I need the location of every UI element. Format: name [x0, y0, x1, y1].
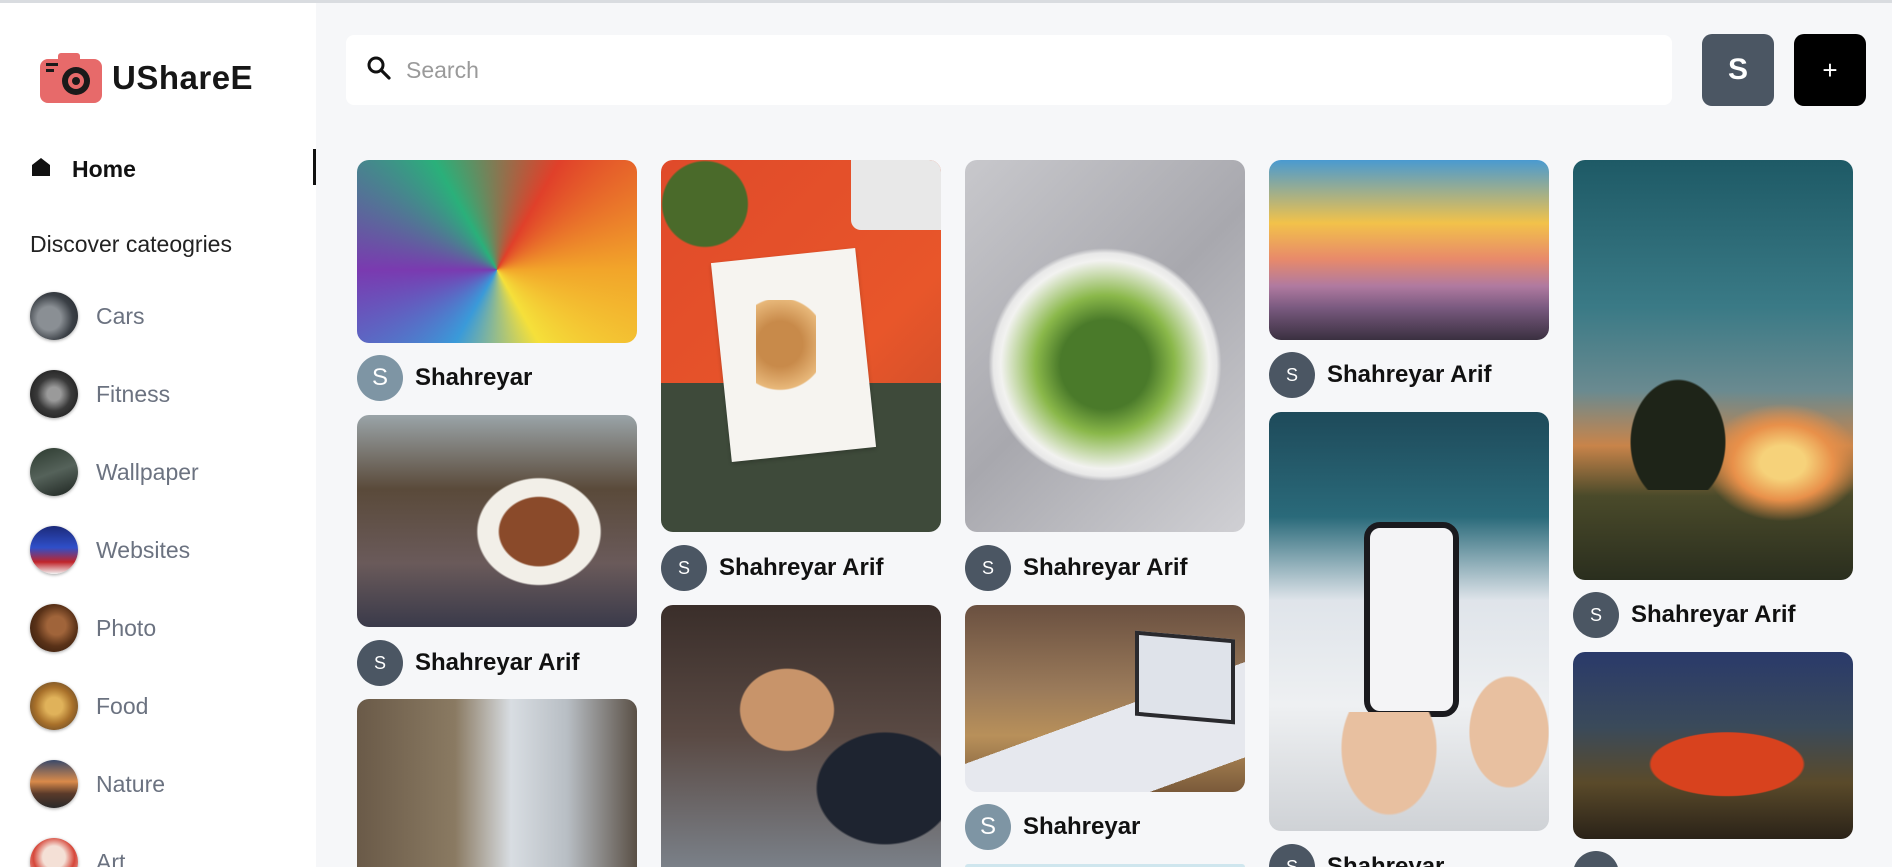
author-avatar: S — [1573, 592, 1619, 638]
pin-image-boxer[interactable] — [661, 605, 941, 867]
sidebar-item-websites[interactable]: Websites — [30, 525, 310, 575]
pin-image-red-car[interactable] — [1573, 652, 1853, 839]
sidebar-item-label: Photo — [96, 614, 157, 641]
active-indicator — [313, 149, 316, 185]
pin-author[interactable]: S Shahreyar — [965, 804, 1140, 850]
pin-image-colorful-bear[interactable] — [357, 160, 637, 343]
sidebar-item-label: Art — [96, 848, 126, 867]
pin-author[interactable]: S Shahreyar Arif — [1573, 592, 1796, 638]
category-thumbnail — [30, 370, 78, 418]
pin-image-salad[interactable] — [965, 160, 1245, 532]
author-name: Shahreyar Arif — [415, 649, 580, 676]
user-avatar-button[interactable]: S — [1702, 34, 1774, 106]
sidebar-item-home[interactable]: Home — [30, 149, 316, 189]
author-avatar: S — [965, 545, 1011, 591]
author-avatar: S — [661, 545, 707, 591]
search-icon — [366, 55, 392, 86]
author-name: Shahreyar Arif — [1631, 601, 1796, 628]
sidebar-item-wallpaper[interactable]: Wallpaper — [30, 447, 310, 497]
sidebar-item-label: Websites — [96, 536, 191, 563]
pin-author[interactable]: S Shahreyar Arif — [661, 545, 884, 591]
author-name: Shahreyar Arif — [1023, 554, 1188, 581]
sidebar-item-nature[interactable]: Nature — [30, 759, 310, 809]
author-name: Shahreyar — [1023, 813, 1141, 840]
sidebar-item-photo[interactable]: Photo — [30, 603, 310, 653]
author-avatar: S — [1573, 851, 1619, 867]
sidebar-item-label: Nature — [96, 770, 166, 797]
app-name: UShareE — [112, 59, 254, 96]
add-pin-button[interactable]: + — [1794, 34, 1866, 106]
sidebar-item-label: Food — [96, 692, 149, 719]
search-bar[interactable] — [346, 35, 1672, 105]
pin-image-buildings[interactable] — [357, 699, 637, 867]
category-thumbnail — [30, 292, 78, 340]
pin-author[interactable]: S Shahreyar Arif — [357, 640, 580, 686]
author-name: Shahreyar — [1327, 853, 1445, 867]
pin-author[interactable]: S — [1573, 851, 1631, 867]
pin-image-horses-sunset[interactable] — [1573, 160, 1853, 580]
sidebar-item-fitness[interactable]: Fitness — [30, 369, 310, 419]
author-name: Shahreyar Arif — [719, 554, 884, 581]
pin-image-steak-plate[interactable] — [357, 415, 637, 627]
author-avatar: S — [965, 804, 1011, 850]
home-icon — [30, 156, 52, 183]
category-thumbnail — [30, 838, 78, 867]
pin-author[interactable]: S Shahreyar — [1269, 844, 1444, 867]
sidebar-item-cars[interactable]: Cars — [30, 291, 310, 341]
pin-image-phone-in-hand[interactable] — [1269, 412, 1549, 831]
author-name: Shahreyar Arif — [1327, 361, 1492, 388]
sidebar-item-label: Home — [72, 155, 136, 182]
sidebar-item-label: Fitness — [96, 380, 171, 407]
author-name: Shahreyar — [415, 364, 533, 391]
category-thumbnail — [30, 682, 78, 730]
category-thumbnail — [30, 526, 78, 574]
pin-image-laptop-desk[interactable] — [965, 605, 1245, 792]
author-avatar: S — [1269, 844, 1315, 867]
author-avatar: S — [357, 640, 403, 686]
category-thumbnail — [30, 448, 78, 496]
category-thumbnail — [30, 604, 78, 652]
search-input[interactable] — [406, 56, 1606, 84]
sidebar-item-label: Wallpaper — [96, 458, 199, 485]
sidebar-item-food[interactable]: Food — [30, 681, 310, 731]
camera-icon — [38, 51, 106, 105]
pin-author[interactable]: S Shahreyar Arif — [1269, 352, 1492, 398]
pin-author[interactable]: S Shahreyar Arif — [965, 545, 1188, 591]
author-avatar: S — [1269, 352, 1315, 398]
pin-image-giraffe-art[interactable] — [661, 160, 941, 532]
sidebar-item-label: Cars — [96, 302, 145, 329]
category-thumbnail — [30, 760, 78, 808]
discover-heading: Discover cateogries — [30, 231, 232, 257]
app-logo[interactable]: UShareE — [38, 51, 253, 105]
pin-author[interactable]: S Shahreyar — [357, 355, 532, 401]
author-avatar: S — [357, 355, 403, 401]
sidebar: UShareE Home Discover cateogries Cars Fi… — [0, 3, 316, 867]
sidebar-item-art[interactable]: Art — [30, 837, 310, 867]
pin-image-mountain-sunset[interactable] — [1269, 160, 1549, 340]
